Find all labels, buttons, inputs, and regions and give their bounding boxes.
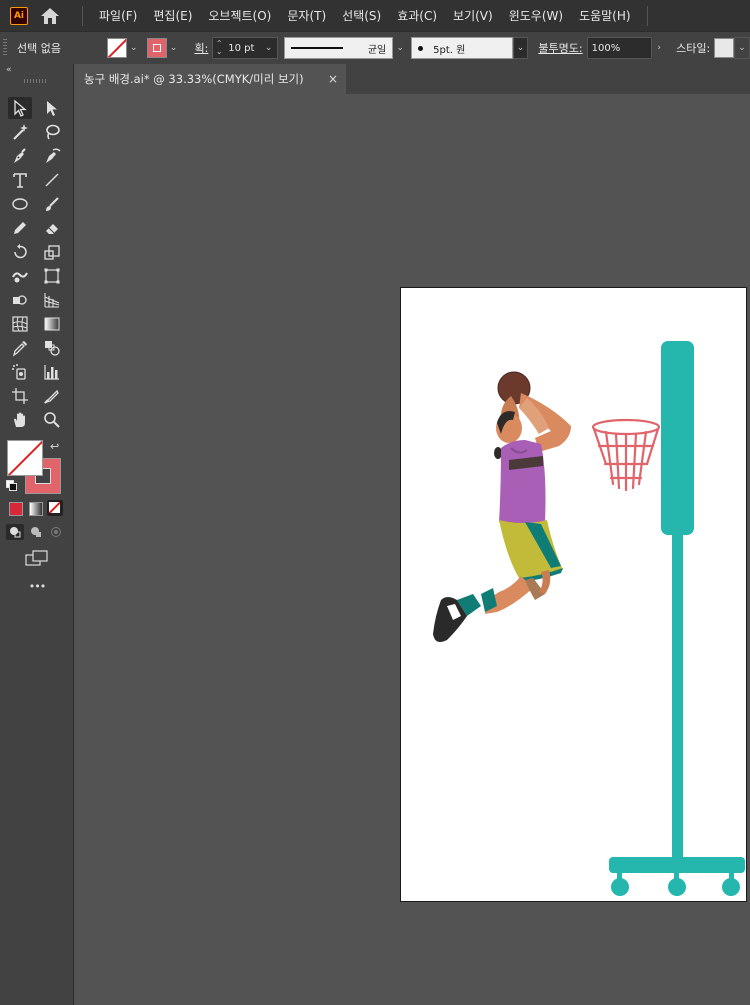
- stroke-weight-value: 10 pt: [228, 42, 255, 54]
- selection-status: 선택 없음: [16, 42, 61, 55]
- symbol-sprayer-tool-icon[interactable]: [8, 361, 32, 383]
- variable-width-profile[interactable]: 균일: [283, 37, 394, 59]
- opacity-field[interactable]: 100%: [586, 37, 653, 59]
- eraser-tool-icon[interactable]: [40, 217, 64, 239]
- zoom-tool-icon[interactable]: [40, 409, 64, 431]
- draw-inside-icon[interactable]: [47, 524, 65, 540]
- stroke-weight-field[interactable]: ⌃ ⌄ 10 pt ⌄: [212, 37, 278, 59]
- scale-tool-icon[interactable]: [40, 241, 64, 263]
- color-mode-button[interactable]: [9, 502, 23, 516]
- eyedropper-tool-icon[interactable]: [8, 337, 32, 359]
- screen-mode-icon[interactable]: [25, 550, 49, 568]
- opacity-arrow-icon[interactable]: ›: [652, 37, 666, 59]
- tools-panel-header: «: [0, 64, 73, 86]
- default-fill-stroke-icon[interactable]: [6, 480, 17, 491]
- style-label: 스타일:: [676, 42, 711, 55]
- close-tab-icon[interactable]: ×: [328, 72, 338, 86]
- free-transform-tool-icon[interactable]: [40, 265, 64, 287]
- stroke-weight-spinner-icon[interactable]: ⌃ ⌄: [213, 40, 225, 56]
- menu-type[interactable]: 문자(T): [279, 7, 334, 24]
- opacity-label[interactable]: 불투명도:: [538, 40, 582, 56]
- style-dropdown-icon[interactable]: ⌄: [734, 37, 750, 59]
- blend-tool-icon[interactable]: [40, 337, 64, 359]
- menu-object[interactable]: 오브젝트(O): [200, 7, 279, 24]
- artboard-tool-icon[interactable]: [8, 385, 32, 407]
- stroke-dropdown-icon[interactable]: ⌄: [167, 37, 181, 59]
- type-tool-icon[interactable]: [8, 169, 32, 191]
- wheel-right: [722, 878, 740, 896]
- menu-separator: [82, 5, 83, 26]
- edit-toolbar-button[interactable]: •••: [24, 580, 50, 593]
- hand-tool-icon[interactable]: [8, 409, 32, 431]
- menu-bar: Ai 파일(F) 편집(E) 오브젝트(O) 문자(T) 선택(S) 효과(C)…: [0, 0, 750, 31]
- artwork: [433, 341, 745, 896]
- gradient-tool-icon[interactable]: [40, 313, 64, 335]
- fill-color-box[interactable]: [7, 440, 43, 476]
- brush-dropdown-icon[interactable]: ⌄: [512, 37, 529, 59]
- fill-dropdown-icon[interactable]: ⌄: [127, 37, 141, 59]
- column-graph-tool-icon[interactable]: [40, 361, 64, 383]
- mesh-tool-icon[interactable]: [8, 313, 32, 335]
- direct-selection-tool-icon[interactable]: [40, 97, 64, 119]
- profile-label: 균일: [367, 44, 387, 56]
- line-segment-tool-icon[interactable]: [40, 169, 64, 191]
- control-bar: 선택 없음 ⌄ ⌄ 획: ⌃ ⌄ 10 pt ⌄ 균일 ⌄ 5pt. 원 ⌄ 불투…: [0, 31, 750, 65]
- gradient-mode-button[interactable]: [29, 502, 43, 516]
- curvature-tool-icon[interactable]: [40, 145, 64, 167]
- menu-select[interactable]: 선택(S): [334, 7, 389, 24]
- slice-tool-icon[interactable]: [40, 385, 64, 407]
- ellipse-tool-icon[interactable]: [8, 193, 32, 215]
- shape-builder-tool-icon[interactable]: [8, 289, 32, 311]
- brush-dot-icon: [418, 45, 424, 51]
- document-tab-bar: 농구 배경.ai* @ 33.33%(CMYK/미리 보기) ×: [74, 64, 750, 94]
- document-tab-title: 농구 배경.ai* @ 33.33%(CMYK/미리 보기): [84, 72, 304, 86]
- selection-tool-icon[interactable]: [8, 97, 32, 119]
- tools-panel: « ↩ •••: [0, 64, 74, 1005]
- swap-fill-stroke-icon[interactable]: ↩: [50, 440, 59, 453]
- base-bar: [609, 857, 745, 873]
- lasso-tool-icon[interactable]: [40, 121, 64, 143]
- home-icon[interactable]: [40, 6, 60, 26]
- artboard[interactable]: [400, 287, 747, 902]
- brush-label: 5pt. 원: [433, 44, 466, 56]
- menu-effect[interactable]: 효과(C): [389, 7, 445, 24]
- paintbrush-tool-icon[interactable]: [40, 193, 64, 215]
- menu-help[interactable]: 도움말(H): [571, 7, 639, 24]
- pencil-tool-icon[interactable]: [8, 217, 32, 239]
- magic-wand-tool-icon[interactable]: [8, 121, 32, 143]
- fill-swatch[interactable]: [106, 38, 127, 58]
- menu-separator: [646, 5, 648, 26]
- menu-file[interactable]: 파일(F): [91, 7, 145, 24]
- tools-panel-grip[interactable]: [24, 79, 46, 83]
- illustrator-logo: Ai: [10, 6, 28, 25]
- document-tab[interactable]: 농구 배경.ai* @ 33.33%(CMYK/미리 보기) ×: [74, 64, 346, 94]
- draw-behind-icon[interactable]: [27, 524, 45, 540]
- menu-view[interactable]: 보기(V): [445, 7, 501, 24]
- pole: [672, 528, 683, 863]
- none-slash-icon: [8, 441, 42, 475]
- wheel-middle: [668, 878, 686, 896]
- draw-normal-icon[interactable]: [6, 524, 24, 540]
- opacity-value: 100%: [591, 42, 621, 54]
- basketball-player: [433, 371, 571, 642]
- menu-edit[interactable]: 편집(E): [145, 7, 200, 24]
- profile-line-preview: [290, 47, 343, 49]
- rotate-tool-icon[interactable]: [8, 241, 32, 263]
- backboard: [661, 341, 694, 535]
- profile-dropdown-icon[interactable]: ⌄: [393, 37, 407, 59]
- collapse-panel-icon[interactable]: «: [6, 65, 12, 75]
- stroke-weight-dropdown-icon[interactable]: ⌄: [265, 43, 277, 53]
- wheel-left: [611, 878, 629, 896]
- stroke-swatch[interactable]: [146, 38, 167, 58]
- pen-tool-icon[interactable]: [8, 145, 32, 167]
- warp-tool-icon[interactable]: [8, 265, 32, 287]
- stroke-label[interactable]: 획:: [194, 40, 208, 56]
- perspective-grid-tool-icon[interactable]: [40, 289, 64, 311]
- style-swatch[interactable]: [714, 38, 735, 58]
- menu-window[interactable]: 윈도우(W): [501, 7, 571, 24]
- basketball-hoop: [591, 418, 661, 492]
- none-mode-button[interactable]: [47, 500, 63, 516]
- brush-definition[interactable]: 5pt. 원: [411, 37, 513, 59]
- control-bar-grip[interactable]: [3, 39, 7, 57]
